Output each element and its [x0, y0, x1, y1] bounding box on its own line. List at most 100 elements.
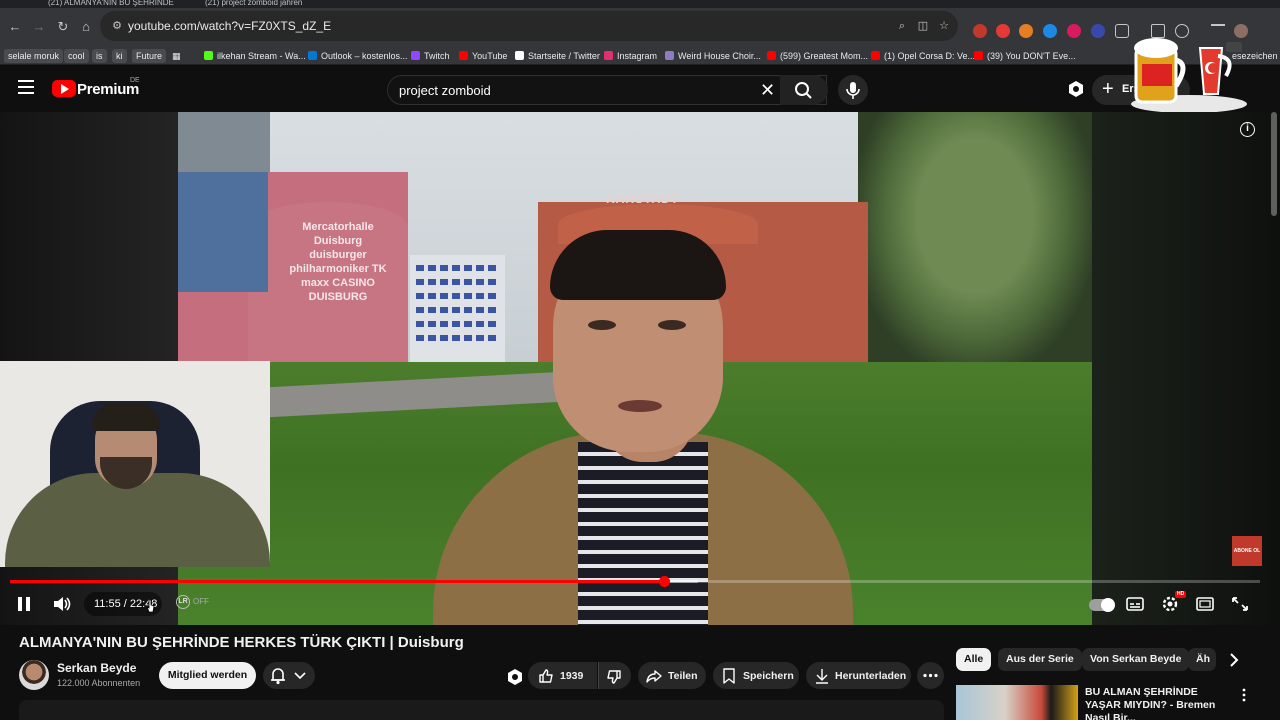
subtitles-icon[interactable]	[1125, 595, 1145, 613]
more-vertical-icon[interactable]	[1240, 688, 1248, 702]
volume-icon[interactable]	[52, 596, 72, 612]
chip-related[interactable]: Äh	[1188, 648, 1216, 671]
store-sign: KARSTADT	[606, 192, 680, 206]
download-button[interactable]: Herunterladen	[806, 662, 911, 689]
progress-scrubber[interactable]	[658, 576, 670, 587]
cast-icon[interactable]: ◫	[916, 19, 930, 33]
chevron-right-icon[interactable]	[1226, 650, 1242, 670]
browser-toolbar: ← → ↻ ⌂ ⚙ youtube.com/watch?v=FZ0XTS_dZ_…	[0, 8, 1280, 46]
site-info-icon[interactable]: ⚙	[110, 19, 124, 33]
back-icon[interactable]: ←	[7, 19, 23, 35]
bookmark-item[interactable]: Startseite / Twitter	[515, 49, 600, 63]
lr-toggle[interactable]: LR OFF	[176, 595, 209, 609]
plus-icon: +	[1102, 78, 1114, 100]
thanks-icon[interactable]	[506, 668, 524, 686]
bookmark-folder[interactable]: selale moruk	[4, 49, 64, 63]
progress-bar[interactable]	[10, 576, 1260, 587]
mouse-cursor-icon	[146, 599, 155, 613]
page-scrollbar[interactable]	[1271, 112, 1277, 216]
voice-search-button[interactable]	[838, 75, 868, 105]
download-icon	[816, 669, 828, 684]
bookmark-folder[interactable]: is	[92, 49, 107, 63]
bookmark-star-icon[interactable]: ☆	[937, 19, 951, 33]
recommendation-thumbnail[interactable]	[956, 685, 1078, 720]
extension-icon[interactable]	[1067, 24, 1081, 38]
extension-icon[interactable]	[1043, 24, 1057, 38]
bookmark-label: ki	[116, 51, 123, 61]
like-count: 1939	[560, 670, 584, 682]
search-icon	[795, 82, 812, 99]
bell-icon	[271, 668, 285, 685]
hamburger-menu-icon[interactable]	[18, 80, 34, 94]
bookmark-folder[interactable]: ki	[112, 49, 127, 63]
youtube-icon	[459, 51, 468, 60]
home-icon[interactable]: ⌂	[78, 19, 94, 35]
channel-name[interactable]: Serkan Beyde	[57, 661, 136, 675]
bookmarks-bar: selale moruk cool is ki Future ▦ ilkehan…	[0, 46, 1280, 65]
thumbs-up-icon	[539, 669, 553, 683]
subscriber-count: 122.000 Abonnenten	[57, 678, 141, 688]
extension-icon[interactable]	[973, 24, 987, 38]
youtube-play-icon	[52, 80, 76, 97]
browser-tab[interactable]: (21) ALMANYA'NIN BU ŞEHRİNDE	[48, 0, 178, 8]
extension-icon[interactable]	[1091, 24, 1105, 38]
fullscreen-icon[interactable]	[1230, 595, 1250, 613]
bookmark-folder[interactable]: Future	[132, 49, 167, 63]
apps-grid-icon[interactable]: ▦	[172, 49, 181, 63]
chip-series[interactable]: Aus der Serie	[998, 648, 1082, 671]
bookmark-item[interactable]: (599) Greatest Mom...	[767, 49, 868, 63]
bookmark-label: Future	[136, 51, 163, 61]
bookmark-item[interactable]: Instagram	[604, 49, 657, 63]
url-text[interactable]: youtube.com/watch?v=FZ0XTS_dZ_E	[128, 19, 331, 33]
address-bar[interactable]: ⚙ youtube.com/watch?v=FZ0XTS_dZ_E ⌕ ◫ ☆	[100, 11, 958, 41]
video-player[interactable]: Mercatorhalle Duisburg duisburger philha…	[0, 112, 1280, 625]
dislike-button[interactable]	[598, 662, 631, 689]
video-frame: Mercatorhalle Duisburg duisburger philha…	[178, 112, 1092, 625]
recommendation-title[interactable]: BU ALMAN ŞEHRİNDE YAŞAR MIYDIN? - Bremen…	[1085, 686, 1235, 720]
premium-badge-icon[interactable]	[1066, 79, 1086, 99]
bookmark-item[interactable]: Twitch	[411, 49, 450, 63]
bookmark-item[interactable]: YouTube	[459, 49, 507, 63]
bookmark-label: selale moruk	[8, 51, 60, 61]
forward-icon[interactable]: →	[31, 19, 47, 35]
more-actions-button[interactable]	[917, 662, 944, 689]
time-separator: /	[120, 598, 130, 610]
extension-icon[interactable]	[996, 24, 1010, 38]
browser-tab[interactable]: (21) project zomboid jahren	[205, 0, 335, 8]
kick-icon	[204, 51, 213, 60]
bookmark-label: Startseite / Twitter	[528, 51, 600, 61]
like-button[interactable]: 1939	[528, 662, 597, 689]
search-button[interactable]	[780, 75, 828, 105]
bookmark-label: YouTube	[472, 51, 508, 61]
bookmark-item[interactable]: Weird House Choir...	[665, 49, 761, 63]
clear-search-icon[interactable]: ✕	[760, 81, 775, 99]
share-label: Teilen	[668, 670, 698, 682]
join-membership-button[interactable]: Mitglied werden	[159, 662, 256, 689]
save-button[interactable]: Speichern	[713, 662, 799, 689]
reload-icon[interactable]: ↻	[55, 19, 71, 35]
theater-mode-icon[interactable]	[1195, 595, 1215, 613]
autoplay-toggle[interactable]	[1089, 598, 1115, 612]
chip-all[interactable]: Alle	[956, 648, 992, 671]
share-button[interactable]: Teilen	[638, 662, 706, 689]
channel-avatar[interactable]	[19, 660, 49, 690]
more-horizontal-icon	[923, 673, 938, 678]
video-title: ALMANYA'NIN BU ŞEHRİNDE HERKES TÜRK ÇIKT…	[19, 634, 464, 651]
bookmark-item[interactable]: Outlook – kostenlos...	[308, 49, 408, 63]
extensions-puzzle-icon[interactable]	[1115, 24, 1129, 38]
subscribe-overlay-badge[interactable]: ABONE OL	[1232, 536, 1262, 566]
info-icon[interactable]: i	[1240, 122, 1255, 137]
pause-icon[interactable]	[18, 597, 30, 611]
bookmark-folder[interactable]: cool	[64, 49, 89, 63]
bookmark-item[interactable]: ilkehan Stream - Wa...	[204, 49, 306, 63]
outlook-icon	[308, 51, 317, 60]
current-time: 11:55	[94, 598, 121, 610]
bookmark-item[interactable]: (1) Opel Corsa D: Ve...	[871, 49, 975, 63]
zoom-icon[interactable]: ⌕	[895, 19, 909, 33]
search-input[interactable]: project zomboid ✕	[387, 75, 827, 105]
notifications-button[interactable]	[263, 662, 315, 689]
media-icon[interactable]	[1211, 24, 1225, 32]
bookmark-item[interactable]: (39) You DON'T Eve...	[974, 49, 1076, 63]
extension-icon[interactable]	[1019, 24, 1033, 38]
chip-channel[interactable]: Von Serkan Beyde	[1082, 648, 1190, 671]
